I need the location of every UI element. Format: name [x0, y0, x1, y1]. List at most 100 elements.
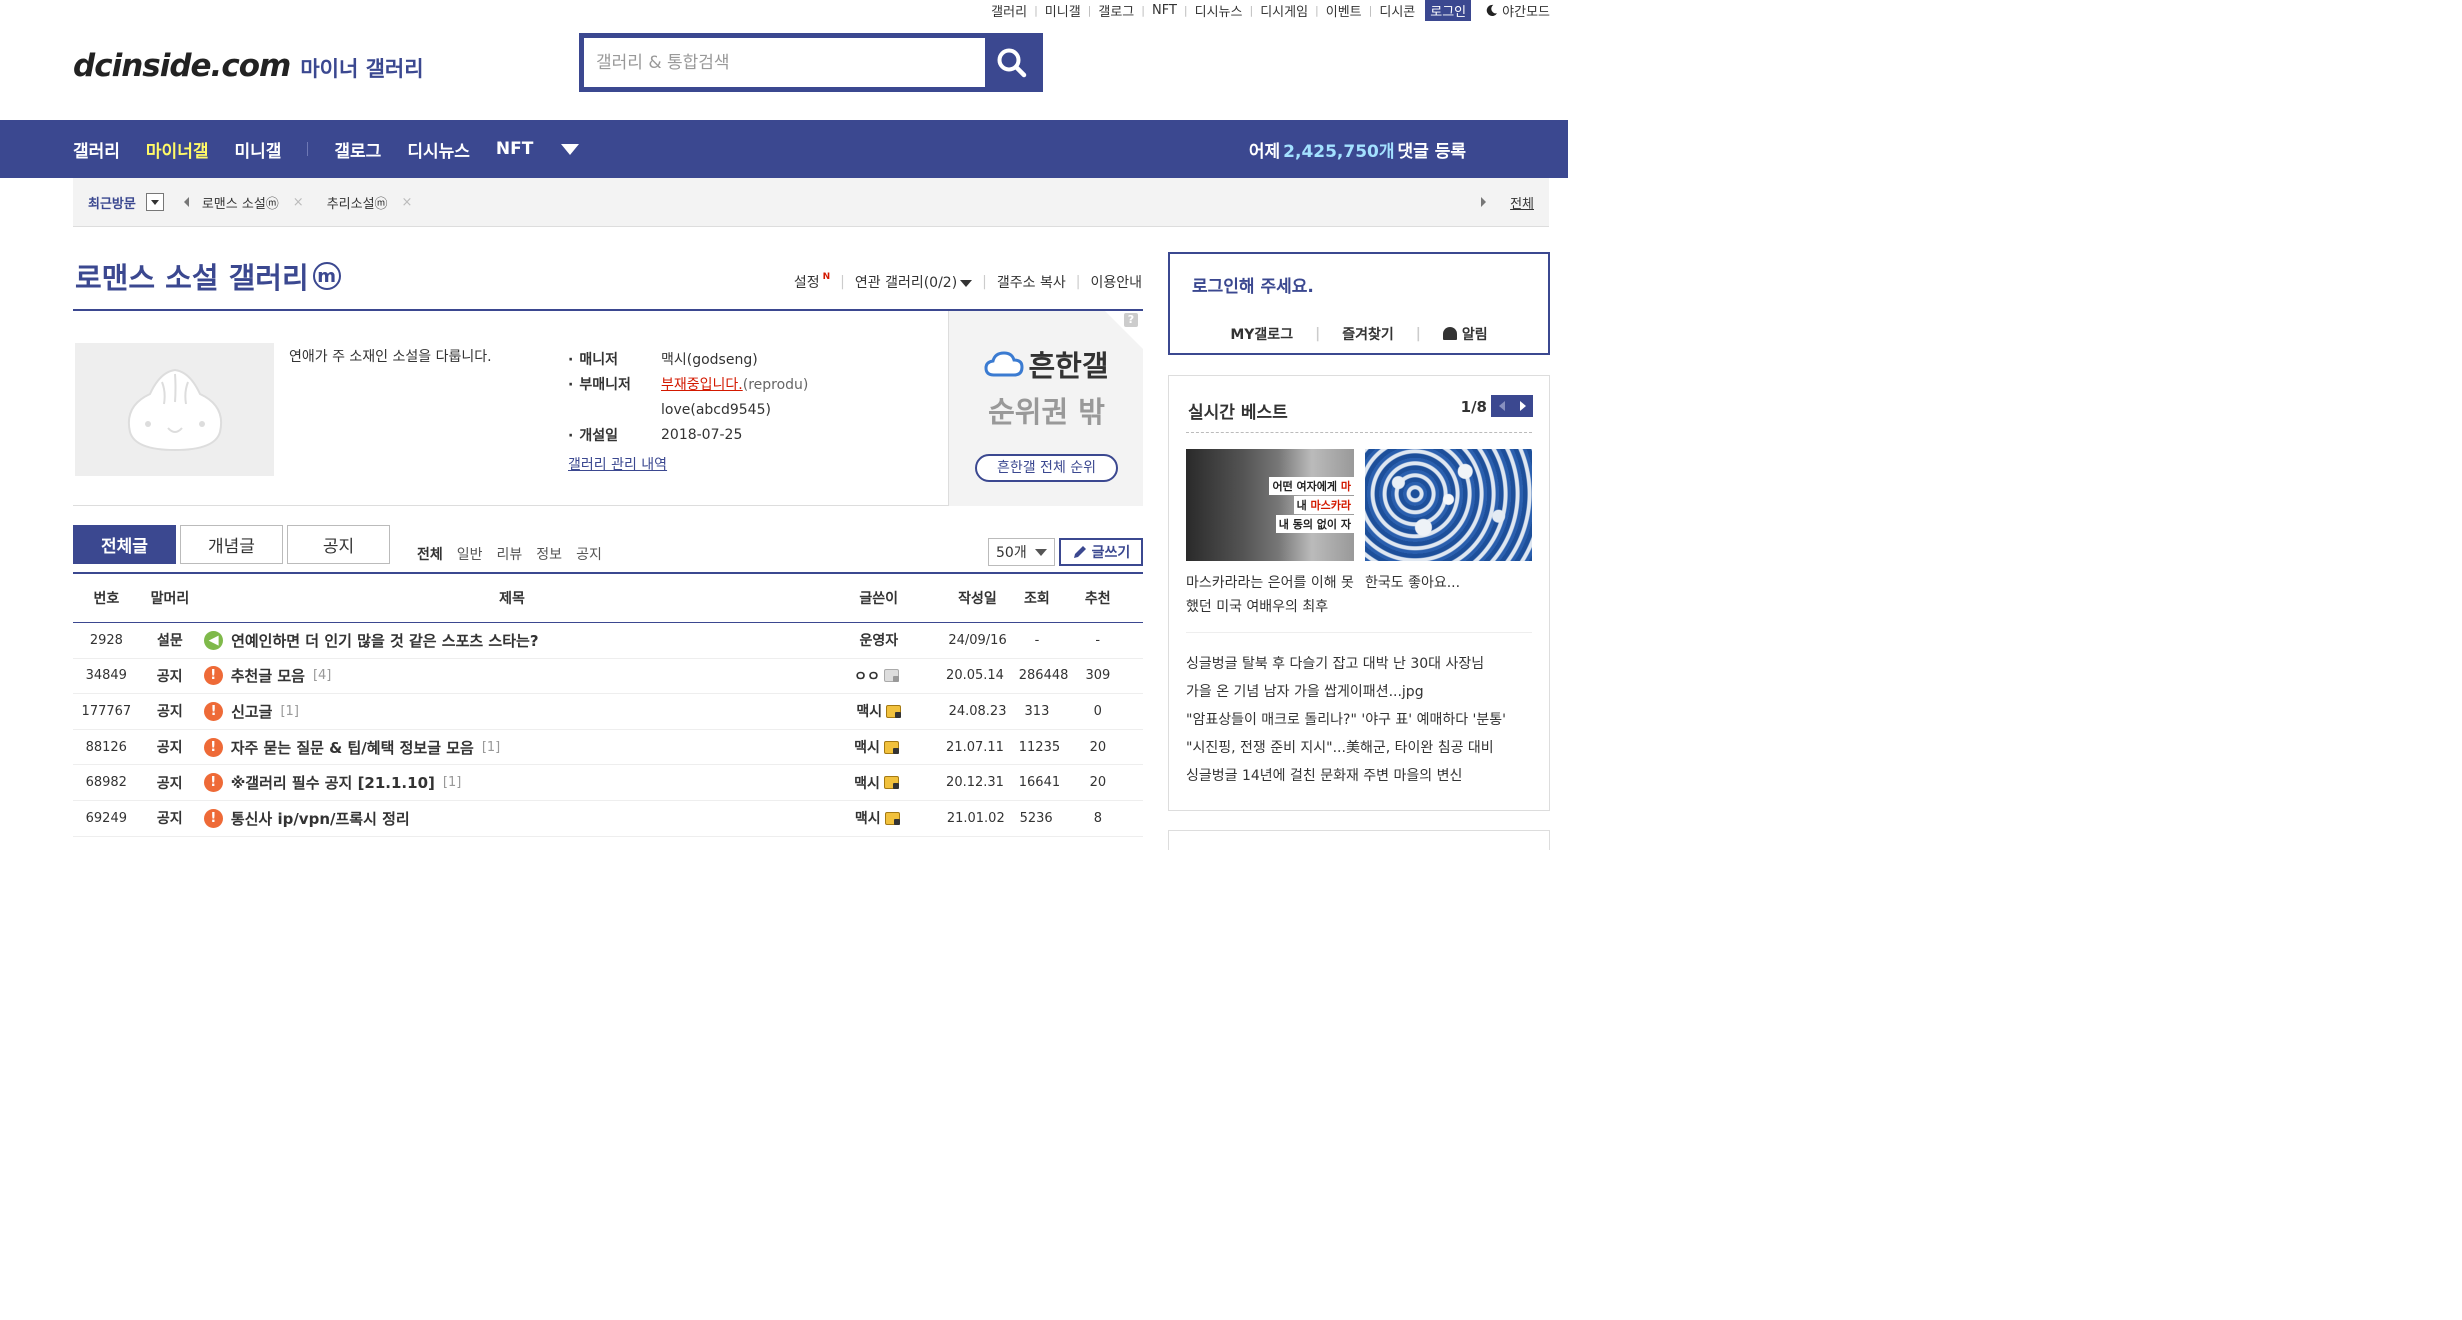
best-page: 1/8: [1460, 398, 1487, 416]
manager-icon: [883, 740, 899, 754]
best-card-1-title[interactable]: 마스카라라는 은어를 이해 못했던 미국 여배우의 최후: [1186, 571, 1356, 619]
table-row[interactable]: 69249 공지 ! 통신사 ip/vpn/프록시 정리 맥시 21.01.02 …: [73, 801, 1143, 837]
row-rec: -: [1095, 632, 1101, 648]
list-item[interactable]: 싱글벙글 탈북 후 다슬기 잡고 대박 난 30대 사장님: [1186, 650, 1506, 678]
search-icon: [997, 48, 1026, 77]
search-input[interactable]: [584, 38, 985, 87]
nav-more-icon[interactable]: [561, 143, 580, 155]
row-writer[interactable]: 맥시: [856, 701, 882, 721]
row-title[interactable]: 신고글: [231, 701, 272, 722]
table-row[interactable]: 88126 공지 ! 자주 묻는 질문 & 팁/혜택 정보글 모음 [1] 맥시 2…: [73, 730, 1143, 766]
util-link-dccon[interactable]: 디시콘: [1379, 1, 1415, 20]
util-link-minigall[interactable]: 미니갤: [1045, 1, 1081, 20]
login-button[interactable]: 로그인: [1425, 0, 1472, 21]
row-writer[interactable]: ㅇㅇ: [854, 666, 880, 686]
row-title[interactable]: 추천글 모음: [231, 665, 305, 686]
related-gallery-dropdown[interactable]: 연관 갤러리(0/2): [855, 272, 973, 292]
util-link-nft[interactable]: NFT: [1152, 3, 1177, 18]
best-card-2-title[interactable]: 한국도 좋아요...: [1365, 571, 1535, 595]
row-date: 24/09/16: [948, 632, 1007, 648]
usage-guide-link[interactable]: 이용안내: [1090, 272, 1142, 292]
night-mode-toggle[interactable]: 야간모드: [1485, 1, 1550, 20]
row-comment-count[interactable]: [4]: [313, 668, 331, 683]
recent-next-icon[interactable]: [1481, 197, 1486, 207]
favorites-link[interactable]: 즐겨찾기: [1342, 324, 1394, 344]
row-title[interactable]: 통신사 ip/vpn/프록시 정리: [231, 808, 410, 829]
filter-review[interactable]: 리뷰: [497, 544, 523, 564]
submanager2-value[interactable]: love(abcd9545): [661, 402, 771, 418]
gallery-settings[interactable]: 설정 N: [794, 272, 830, 292]
help-icon[interactable]: ?: [1124, 313, 1138, 327]
nav-gallery[interactable]: 갤러리: [73, 137, 120, 162]
login-prompt[interactable]: 로그인해 주세요.: [1192, 272, 1314, 297]
tab-notice[interactable]: 공지: [287, 525, 390, 564]
filter-general[interactable]: 일반: [457, 544, 483, 564]
util-link-gallog[interactable]: 갤로그: [1098, 1, 1134, 20]
row-num: 2928: [89, 632, 123, 648]
submanager-away[interactable]: 부재중입니다.: [661, 377, 743, 393]
search-button[interactable]: [985, 38, 1038, 87]
write-button[interactable]: 글쓰기: [1059, 538, 1143, 566]
list-item[interactable]: 가을 온 기념 남자 가을 쌉게이패션...jpg: [1186, 678, 1506, 706]
list-item[interactable]: "암표상들이 매크로 돌리나?" '야구 표' 예매하다 '분통': [1186, 706, 1506, 734]
next-icon[interactable]: [1512, 395, 1533, 417]
recent-prev-icon[interactable]: [183, 197, 189, 207]
filter-all[interactable]: 전체: [417, 544, 443, 564]
recent-item-romance[interactable]: 로맨스 소설ⓜ: [202, 193, 279, 212]
row-title[interactable]: 연예인하면 더 인기 많을 것 같은 스포츠 스타는?: [231, 630, 538, 651]
recent-all-link[interactable]: 전체: [1510, 193, 1534, 212]
table-row[interactable]: 2928 설문 ◀ 연예인하면 더 인기 많을 것 같은 스포츠 스타는? 운영자…: [73, 623, 1143, 659]
filter-info[interactable]: 정보: [536, 544, 562, 564]
tab-concept[interactable]: 개념글: [180, 525, 283, 564]
nav-gallog[interactable]: 갤로그: [334, 137, 381, 162]
list-tabs: 전체글 개념글 공지: [73, 525, 390, 564]
nav-nft[interactable]: NFT: [496, 139, 533, 159]
gallery-history-link[interactable]: 갤러리 관리 내역: [568, 454, 667, 474]
util-link-game[interactable]: 디시게임: [1260, 1, 1308, 20]
notice-icon: !: [203, 808, 223, 828]
count-value: 2,425,750개: [1283, 141, 1395, 162]
row-comment-count[interactable]: [1]: [280, 704, 298, 719]
prev-icon[interactable]: [1491, 395, 1512, 417]
row-comment-count[interactable]: [1]: [482, 740, 500, 755]
row-comment-count[interactable]: [1]: [443, 775, 461, 790]
header-num: 번호: [93, 591, 120, 607]
close-icon[interactable]: ×: [402, 195, 413, 210]
row-writer[interactable]: 운영자: [859, 630, 898, 650]
util-link-gallery[interactable]: 갤러리: [991, 1, 1027, 20]
tab-all[interactable]: 전체글: [73, 525, 176, 564]
util-link-event[interactable]: 이벤트: [1326, 1, 1362, 20]
table-row[interactable]: 68982 공지 ! ※갤러리 필수 공지 [21.1.10] [1] 맥시 20.…: [73, 765, 1143, 801]
recent-item-mystery[interactable]: 추리소설ⓜ: [327, 193, 388, 212]
my-gallog-link[interactable]: MY갤로그: [1230, 324, 1293, 344]
nav-dcnews[interactable]: 디시뉴스: [407, 137, 470, 162]
nav-mini-gallery[interactable]: 미니갤: [234, 137, 281, 162]
close-icon[interactable]: ×: [293, 195, 304, 210]
recent-dropdown-icon[interactable]: [145, 193, 164, 211]
best-thumbnail-1[interactable]: 어떤 여자에게 마 내 마스카라 내 동의 없이 자: [1186, 449, 1354, 561]
list-item[interactable]: "시진핑, 전쟁 준비 지시"...美해군, 타이완 침공 대비: [1186, 734, 1506, 762]
row-head: 공지: [156, 775, 183, 792]
copy-address-link[interactable]: 갤주소 복사: [997, 272, 1066, 292]
util-link-news[interactable]: 디시뉴스: [1195, 1, 1243, 20]
notification-link[interactable]: 알림: [1442, 324, 1488, 344]
list-item[interactable]: 싱글벙글 14년에 걸친 문화재 주변 마을의 변신: [1186, 762, 1506, 790]
manager-value[interactable]: 맥시(godseng): [661, 349, 758, 369]
recent-visits-bar: 최근방문 로맨스 소설ⓜ × 추리소설ⓜ × 전체: [73, 178, 1549, 227]
row-title[interactable]: 자주 묻는 질문 & 팁/혜택 정보글 모음: [231, 737, 474, 758]
site-logo[interactable]: dcinside.com 마이너 갤러리: [73, 48, 424, 84]
filter-notice[interactable]: 공지: [576, 544, 602, 564]
table-row[interactable]: 34849 공지 ! 추천글 모음 [4] ㅇㅇ 20.05.14 286448 3…: [73, 659, 1143, 695]
header-head: 말머리: [150, 591, 190, 607]
row-writer[interactable]: 맥시: [855, 808, 881, 828]
rank-all-button[interactable]: 흔한갤 전체 순위: [975, 454, 1118, 482]
nav-minor-gallery[interactable]: 마이너갤: [146, 137, 209, 162]
row-writer[interactable]: 맥시: [854, 737, 880, 757]
best-thumbnail-2[interactable]: [1365, 449, 1532, 561]
row-writer[interactable]: 맥시: [854, 773, 880, 793]
comment-count: 어제 2,425,750개 댓글 등록: [1249, 120, 1466, 178]
table-row[interactable]: 177767 공지 ! 신고글 [1] 맥시 24.08.23 313 0: [73, 694, 1143, 730]
page-title[interactable]: 로맨스 소설 갤러리 m: [75, 255, 341, 297]
row-title[interactable]: ※갤러리 필수 공지 [21.1.10]: [231, 772, 435, 793]
per-page-select[interactable]: 50개: [988, 538, 1055, 566]
